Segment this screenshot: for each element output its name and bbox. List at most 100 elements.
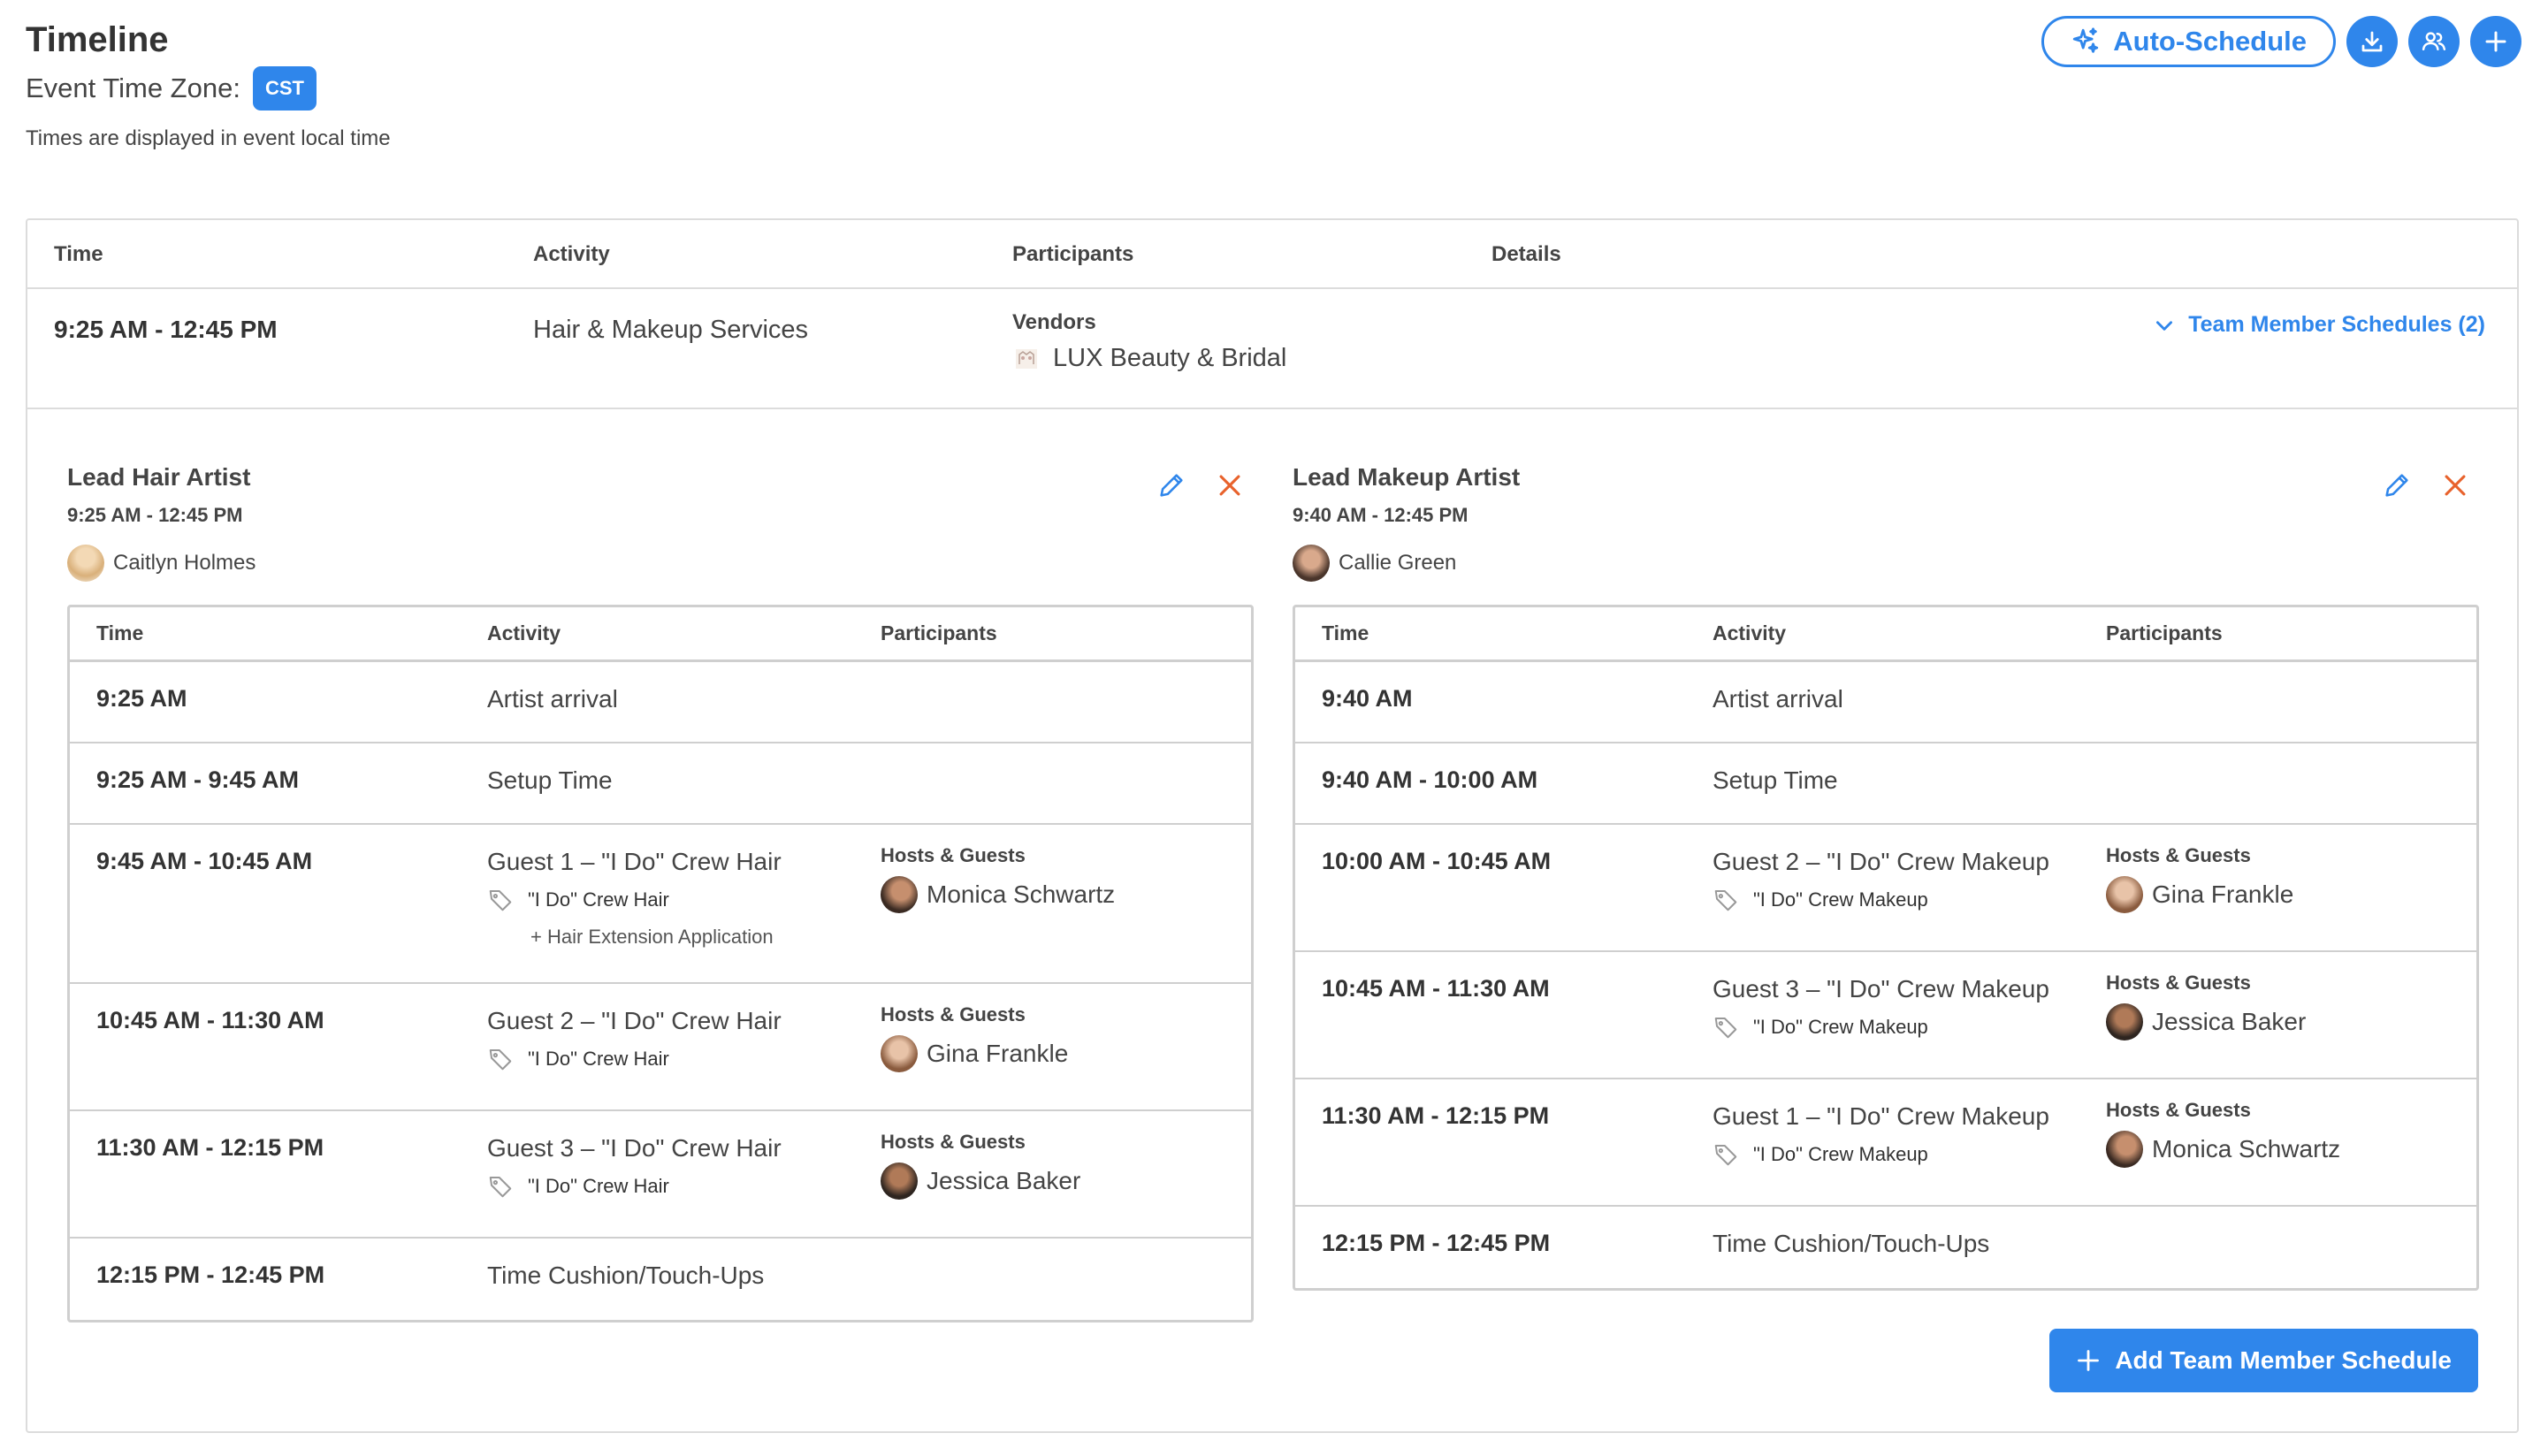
vendor-name: LUX Beauty & Bridal [1053, 344, 1287, 372]
table-row[interactable]: 10:00 AM - 10:45 AM Guest 2 – "I Do" Cre… [1295, 825, 2476, 952]
avatar [2106, 1003, 2143, 1041]
row-time: 12:15 PM - 12:45 PM [96, 1262, 325, 1288]
guest: Jessica Baker [881, 1163, 1080, 1200]
table-row[interactable]: 9:40 AM - 10:00 AM Setup Time [1295, 743, 2476, 825]
tag-icon [489, 890, 512, 911]
add-team-member-schedule-button[interactable]: Add Team Member Schedule [2049, 1329, 2478, 1392]
auto-schedule-label: Auto-Schedule [2113, 26, 2307, 57]
row-activity: Artist arrival [1713, 685, 1843, 713]
tag-label: "I Do" Crew Makeup [1753, 1016, 1928, 1038]
add-button[interactable] [2470, 16, 2521, 67]
service-tag: "I Do" Crew Makeup [1713, 887, 1928, 913]
row-time: 12:15 PM - 12:45 PM [1322, 1230, 1551, 1256]
header-activity: Activity [487, 621, 561, 644]
table-row[interactable]: 11:30 AM - 12:15 PM Guest 1 – "I Do" Cre… [1295, 1079, 2476, 1207]
row-activity: Guest 3 – "I Do" Crew Makeup [1713, 975, 2049, 1002]
header-time: Time [1322, 621, 1369, 644]
table-row[interactable]: 9:25 AM Artist arrival [70, 662, 1251, 743]
add-team-member-schedule-label: Add Team Member Schedule [2115, 1346, 2452, 1374]
tag-icon [1714, 1145, 1737, 1166]
tag-label: "I Do" Crew Makeup [1753, 888, 1928, 911]
auto-schedule-button[interactable]: Auto-Schedule [2041, 16, 2336, 67]
table-row[interactable]: 9:45 AM - 10:45 AM Guest 1 – "I Do" Crew… [70, 825, 1251, 984]
page-header: Timeline Event Time Zone: CST Times are … [26, 18, 391, 151]
tag-icon [489, 1177, 512, 1198]
timeline-table: Time Activity Participants Details 9:25 … [26, 218, 2519, 1433]
avatar [2106, 1131, 2143, 1168]
row-activity: Guest 1 – "I Do" Crew Hair [487, 848, 782, 875]
vendor: LUX Beauty & Bridal [1012, 344, 1286, 373]
row-time: 9:40 AM - 10:00 AM [1322, 766, 1538, 793]
header-time: Time [96, 621, 144, 644]
service-tag: "I Do" Crew Hair [487, 1046, 669, 1072]
hosts-guests-label: Hosts & Guests [881, 844, 1026, 866]
table-row[interactable]: 11:30 AM - 12:15 PM Guest 3 – "I Do" Cre… [70, 1111, 1251, 1239]
header-activity: Activity [1713, 621, 1787, 644]
guest: Jessica Baker [2106, 1003, 2306, 1041]
tag-label: "I Do" Crew Hair [528, 1048, 669, 1070]
schedule-person: Callie Green [1293, 545, 2479, 582]
table-row[interactable]: 9:40 AM Artist arrival [1295, 662, 2476, 743]
schedule-card-hair: Lead Hair Artist 9:25 AM - 12:45 PM Cait… [67, 463, 1254, 1323]
hosts-guests-label: Hosts & Guests [2106, 972, 2251, 994]
header-details: Details [1491, 242, 1561, 266]
table-row[interactable]: 12:15 PM - 12:45 PM Time Cushion/Touch-U… [70, 1239, 1251, 1320]
download-button[interactable] [2346, 16, 2398, 67]
people-button[interactable] [2408, 16, 2460, 67]
schedule-table: Time Activity Participants 9:40 AM Artis… [1293, 605, 2479, 1291]
tag-icon [489, 1049, 512, 1071]
schedule-person: Caitlyn Holmes [67, 545, 1254, 582]
chevron-down-icon [2156, 320, 2173, 331]
table-row[interactable]: 12:15 PM - 12:45 PM Time Cushion/Touch-U… [1295, 1207, 2476, 1288]
service-tag: "I Do" Crew Hair [487, 1173, 669, 1200]
timezone-badge: CST [252, 66, 317, 111]
tag-icon [1714, 890, 1737, 911]
table-row[interactable]: 10:45 AM - 11:30 AM Guest 3 – "I Do" Cre… [1295, 952, 2476, 1079]
table-row[interactable]: 9:25 AM - 12:45 PM Hair & Makeup Service… [27, 289, 2517, 409]
row-activity: Guest 2 – "I Do" Crew Makeup [1713, 848, 2049, 875]
avatar [67, 545, 104, 582]
row-activity: Guest 2 – "I Do" Crew Hair [487, 1007, 782, 1034]
guest: Gina Frankle [2106, 876, 2293, 913]
vendors-label: Vendors [1012, 310, 1096, 334]
close-icon[interactable] [2440, 470, 2470, 500]
row-time: 11:30 AM - 12:15 PM [96, 1134, 324, 1161]
person-name: Caitlyn Holmes [113, 551, 256, 575]
guest: Gina Frankle [881, 1035, 1068, 1072]
header-activity: Activity [533, 242, 610, 266]
tag-label: "I Do" Crew Hair [528, 1175, 669, 1197]
timezone-row: Event Time Zone: CST [26, 66, 391, 111]
plus-icon [2078, 1350, 2100, 1371]
row-activity: Setup Time [1713, 766, 1838, 794]
schedule-table-header: Time Activity Participants [70, 607, 1251, 662]
table-row[interactable]: 10:45 AM - 11:30 AM Guest 2 – "I Do" Cre… [70, 984, 1251, 1111]
hosts-guests-label: Hosts & Guests [881, 1131, 1026, 1153]
avatar [881, 1163, 918, 1200]
tag-label: "I Do" Crew Makeup [1753, 1143, 1928, 1165]
edit-icon[interactable] [1156, 470, 1186, 500]
row-activity: Setup Time [487, 766, 613, 794]
edit-icon[interactable] [2382, 470, 2412, 500]
schedule-actions [2382, 470, 2470, 500]
download-icon [2361, 31, 2383, 52]
service-tag: "I Do" Crew Makeup [1713, 1141, 1928, 1168]
row-activity: Guest 3 – "I Do" Crew Hair [487, 1134, 782, 1162]
header-participants: Participants [1012, 242, 1134, 266]
table-row[interactable]: 9:25 AM - 9:45 AM Setup Time [70, 743, 1251, 825]
row-time: 9:25 AM - 9:45 AM [96, 766, 300, 793]
guest-name: Monica Schwartz [2152, 1135, 2341, 1163]
guest-name: Gina Frankle [2152, 880, 2294, 908]
row-activity: Hair & Makeup Services [533, 316, 809, 344]
row-time: 9:45 AM - 10:45 AM [96, 848, 313, 874]
hosts-guests-label: Hosts & Guests [2106, 1099, 2251, 1121]
close-icon[interactable] [1215, 470, 1245, 500]
row-time: 9:25 AM - 12:45 PM [54, 316, 278, 343]
header-participants: Participants [881, 621, 997, 644]
team-member-schedules-toggle[interactable]: Team Member Schedules (2) [2153, 312, 2485, 338]
hosts-guests-label: Hosts & Guests [2106, 844, 2251, 866]
guest-name: Jessica Baker [927, 1167, 1081, 1194]
timezone-note: Times are displayed in event local time [26, 126, 391, 150]
schedule-title: Lead Makeup Artist [1293, 463, 1521, 491]
schedule-actions [1156, 470, 1245, 500]
row-time: 10:45 AM - 11:30 AM [96, 1007, 324, 1033]
